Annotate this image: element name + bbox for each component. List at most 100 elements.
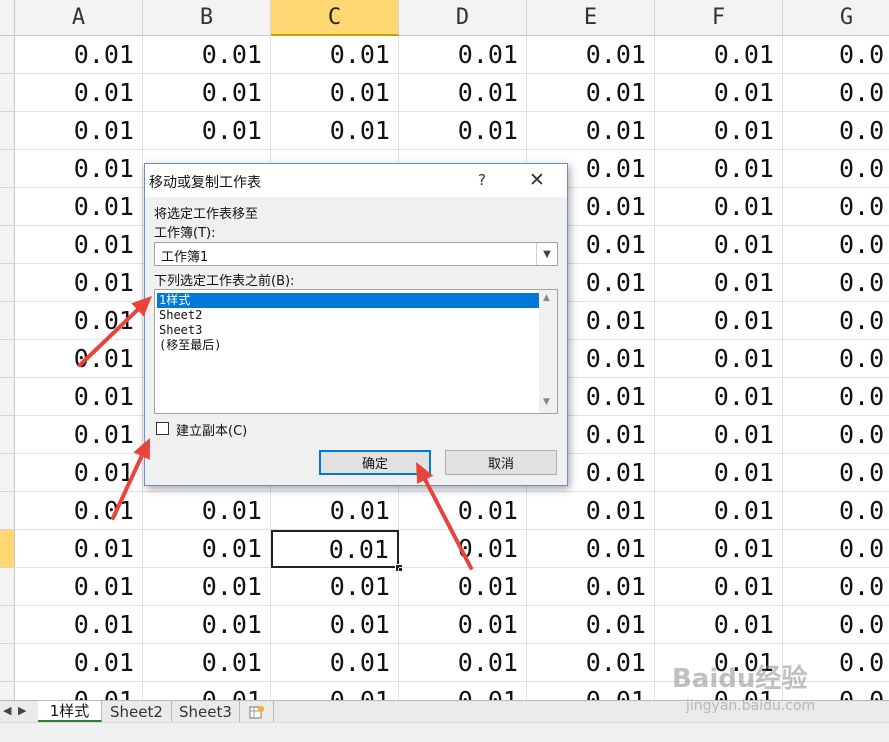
cell[interactable]: 0.0 (783, 264, 889, 302)
row-header[interactable] (0, 416, 15, 454)
cell[interactable]: 0.01 (271, 36, 399, 74)
row-header[interactable] (0, 644, 15, 682)
list-item[interactable]: 1样式 (157, 293, 539, 308)
insert-worksheet-icon[interactable] (240, 701, 274, 722)
cell[interactable]: 0.01 (527, 644, 655, 682)
column-header-a[interactable]: A (15, 0, 143, 36)
cell[interactable]: 0.01 (399, 74, 527, 112)
cell[interactable]: 0.01 (655, 226, 783, 264)
cell[interactable]: 0.01 (655, 302, 783, 340)
cell[interactable]: 0.01 (399, 682, 527, 700)
cell[interactable]: 0.01 (527, 36, 655, 74)
cell[interactable]: 0.01 (655, 378, 783, 416)
row-header[interactable] (0, 340, 15, 378)
cell[interactable]: 0.01 (527, 530, 655, 568)
cell[interactable]: 0.0 (783, 302, 889, 340)
cell[interactable]: 0.01 (15, 188, 143, 226)
cell[interactable]: 0.01 (15, 112, 143, 150)
cell[interactable]: 0.01 (655, 264, 783, 302)
cell[interactable]: 0.01 (15, 492, 143, 530)
cell[interactable]: 0.01 (399, 492, 527, 530)
sheet-tab-1[interactable]: 1样式 (38, 701, 102, 722)
cell[interactable]: 0.01 (655, 416, 783, 454)
cell[interactable]: 0.01 (399, 36, 527, 74)
last-sheet-nav-icon[interactable]: ▶ (18, 704, 26, 717)
workbook-dropdown[interactable]: 工作簿1 ▼ (154, 242, 558, 266)
cell[interactable]: 0.01 (527, 74, 655, 112)
cancel-button[interactable]: 取消 (445, 450, 557, 475)
row-header[interactable] (0, 188, 15, 226)
cell[interactable]: 0.0 (783, 416, 889, 454)
row-header[interactable] (0, 492, 15, 530)
cell[interactable]: 0.01 (143, 530, 271, 568)
cell[interactable]: 0.01 (15, 606, 143, 644)
cell[interactable]: 0.01 (655, 36, 783, 74)
row-header[interactable] (0, 378, 15, 416)
cell[interactable]: 0.01 (271, 682, 399, 700)
list-item[interactable]: Sheet2 (157, 308, 539, 323)
cell[interactable]: 0.01 (527, 492, 655, 530)
cell[interactable]: 0.01 (15, 340, 143, 378)
cell[interactable]: 0.01 (655, 112, 783, 150)
create-copy-checkbox[interactable] (156, 422, 169, 435)
cell[interactable]: 0.01 (399, 568, 527, 606)
chevron-down-icon[interactable]: ▼ (536, 243, 557, 265)
cell[interactable]: 0.01 (399, 644, 527, 682)
row-header[interactable] (0, 568, 15, 606)
row-header[interactable] (0, 226, 15, 264)
cell[interactable]: 0.0 (783, 492, 889, 530)
cell[interactable]: 0.0 (783, 74, 889, 112)
row-header[interactable] (0, 74, 15, 112)
cell[interactable]: 0.0 (783, 568, 889, 606)
scroll-down-icon[interactable]: ▼ (543, 397, 550, 407)
cell[interactable]: 0.01 (655, 150, 783, 188)
cell[interactable]: 0.01 (527, 606, 655, 644)
cell[interactable]: 0.01 (15, 682, 143, 700)
cell[interactable]: 0.01 (15, 150, 143, 188)
cell[interactable]: 0.01 (15, 568, 143, 606)
cell[interactable]: 0.01 (655, 606, 783, 644)
cell[interactable]: 0.01 (527, 112, 655, 150)
cell[interactable]: 0.01 (655, 568, 783, 606)
cell[interactable]: 0.01 (143, 644, 271, 682)
cell[interactable]: 0.01 (655, 454, 783, 492)
cell[interactable]: 0.01 (655, 492, 783, 530)
cell[interactable]: 0.01 (15, 416, 143, 454)
column-header-f[interactable]: F (655, 0, 783, 36)
cell[interactable]: 0.01 (143, 74, 271, 112)
ok-button[interactable]: 确定 (319, 450, 431, 475)
scroll-up-icon[interactable]: ▲ (543, 293, 550, 303)
column-header-d[interactable]: D (399, 0, 527, 36)
sheet-listbox[interactable]: 1样式 Sheet2 Sheet3 (移至最后) ▲ ▼ (154, 289, 558, 414)
cell[interactable]: 0.01 (271, 74, 399, 112)
row-header[interactable] (0, 682, 15, 700)
cell[interactable]: 0.01 (271, 112, 399, 150)
cell[interactable]: 0.01 (655, 188, 783, 226)
row-header[interactable] (0, 150, 15, 188)
column-header-g[interactable]: G (783, 0, 889, 36)
cell[interactable]: 0.01 (15, 530, 143, 568)
help-icon[interactable]: ? (470, 169, 494, 191)
cell[interactable]: 0.01 (15, 454, 143, 492)
cell[interactable]: 0.01 (143, 36, 271, 74)
cell[interactable]: 0.01 (15, 36, 143, 74)
sheet-tab-2[interactable]: Sheet2 (102, 701, 172, 722)
list-item[interactable]: Sheet3 (157, 323, 539, 338)
cell[interactable]: 0.0 (783, 454, 889, 492)
row-header[interactable] (0, 36, 15, 74)
cell[interactable]: 0.01 (271, 568, 399, 606)
cell[interactable]: 0.01 (527, 682, 655, 700)
cell[interactable]: 0.01 (527, 568, 655, 606)
selected-cell[interactable]: 0.01 (271, 530, 399, 568)
cell[interactable]: 0.01 (143, 492, 271, 530)
dialog-titlebar[interactable]: 移动或复制工作表 ? ✕ (145, 164, 567, 197)
column-header-b[interactable]: B (143, 0, 271, 36)
row-header[interactable] (0, 112, 15, 150)
cell[interactable]: 0.0 (783, 340, 889, 378)
column-header-c[interactable]: C (271, 0, 399, 36)
cell[interactable]: 0.01 (399, 112, 527, 150)
cell[interactable]: 0.0 (783, 112, 889, 150)
cell[interactable]: 0.0 (783, 150, 889, 188)
cell[interactable]: 0.01 (655, 530, 783, 568)
cell[interactable]: 0.01 (271, 606, 399, 644)
